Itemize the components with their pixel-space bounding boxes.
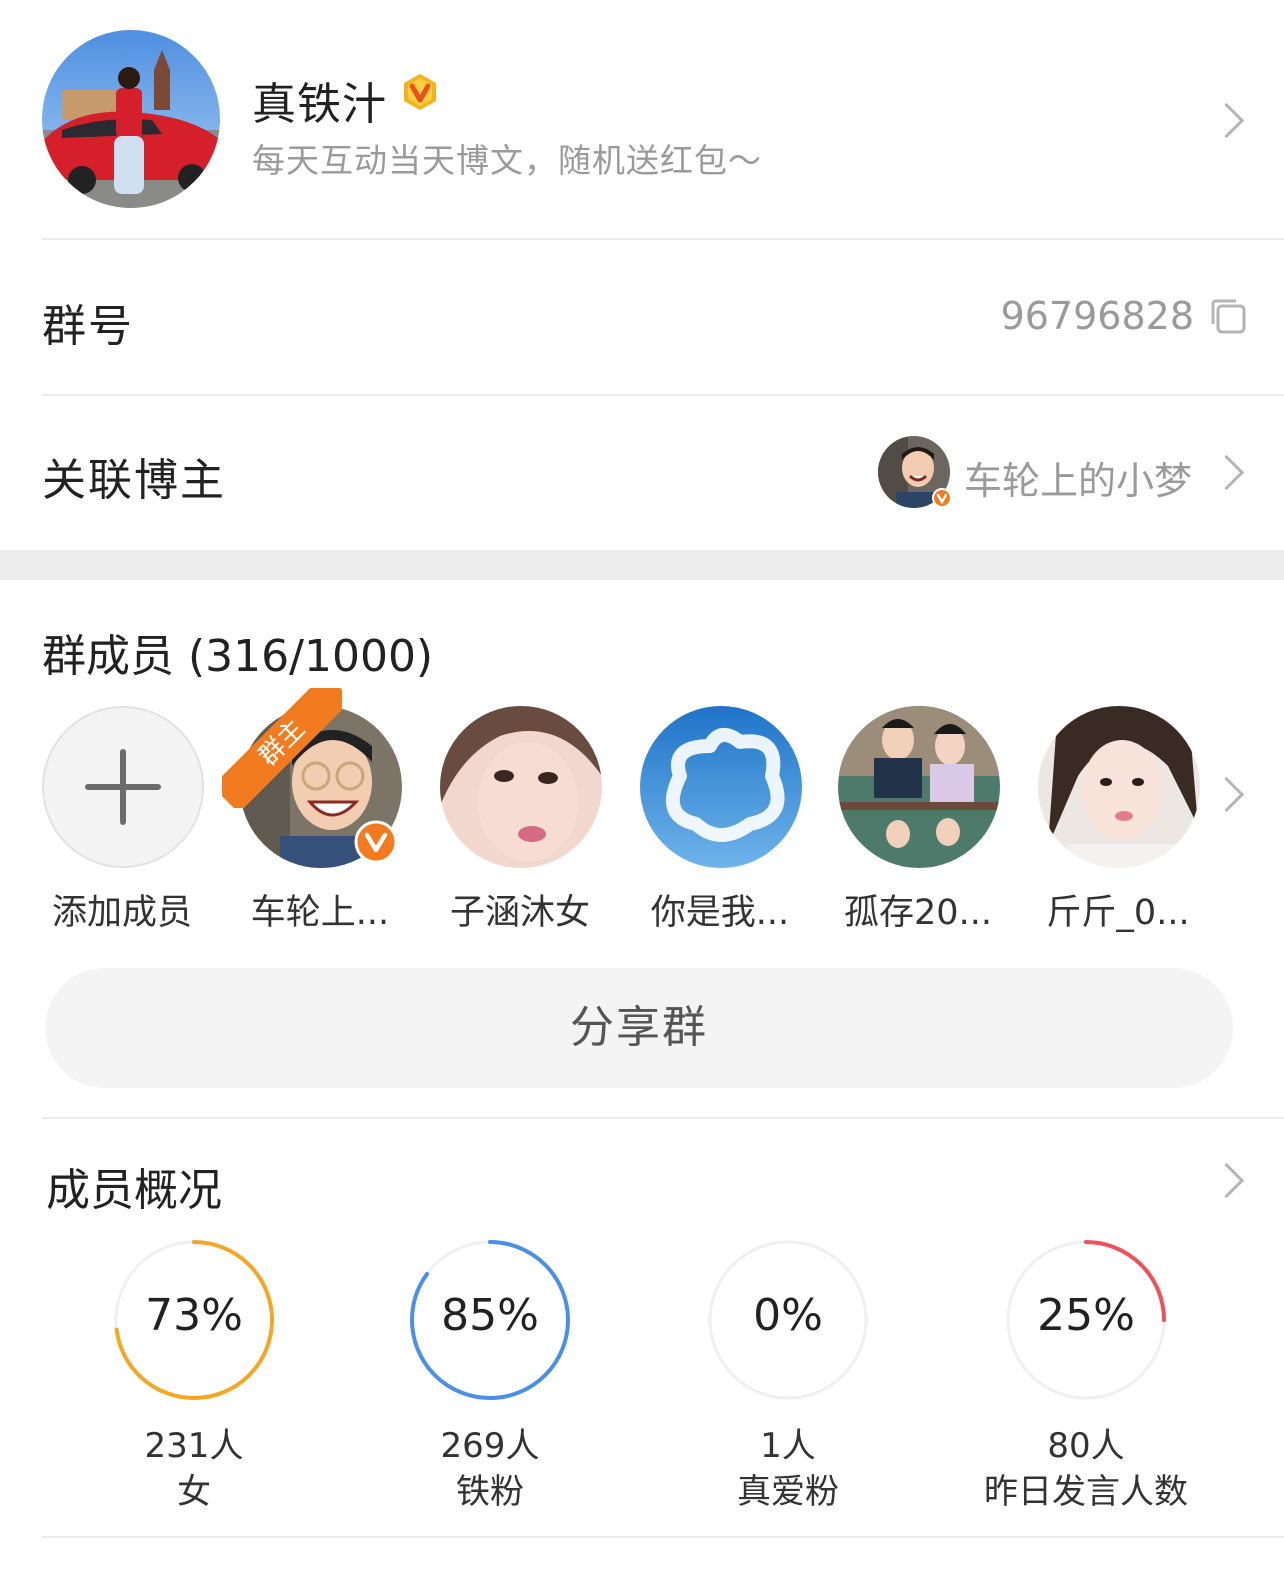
member-avatar[interactable] [838,706,1000,868]
member-name[interactable]: 你是我... [620,884,820,935]
linked-blogger-label: 关联博主 [42,455,226,506]
owner-tag: 群主 [222,688,342,808]
chevron-right-icon[interactable] [1208,1162,1245,1199]
divider [42,1536,1284,1538]
copy-icon[interactable] [1210,298,1246,334]
member-name[interactable]: 孤存20... [818,884,1018,935]
chevron-right-icon[interactable] [1208,102,1245,139]
group-avatar[interactable] [42,30,220,208]
stat-label: 铁粉 [456,1472,524,1512]
share-group-button[interactable]: 分享群 [45,968,1233,1088]
group-name: 真铁汁 [252,79,387,130]
member-name[interactable]: 子涵沐女 [420,884,620,935]
verified-badge-icon [400,72,440,112]
member-avatar[interactable] [640,706,802,868]
group-number-label: 群号 [42,301,134,352]
verified-badge-icon [932,488,952,508]
divider [42,394,1284,396]
stat-percent: 85% [441,1290,539,1341]
divider [42,1117,1284,1119]
members-title: 群成员 (316/1000) [42,631,434,682]
group-number-value: 96796828 [1000,294,1194,338]
linked-blogger-name[interactable]: 车轮上的小梦 [964,450,1192,505]
stat-count: 80人 [1047,1426,1125,1466]
owner-tag-label: 群主 [222,688,342,808]
stat-label: 女 [177,1472,211,1512]
overview-title: 成员概况 [46,1165,222,1216]
stat-percent: 25% [1037,1290,1135,1341]
group-description: 每天互动当天博文，随机送红包～ [252,141,762,180]
stat-label: 真爱粉 [737,1472,839,1512]
member-avatar[interactable] [440,706,602,868]
section-separator [0,550,1284,580]
chevron-right-icon[interactable] [1208,776,1245,813]
member-name[interactable]: 添加成员 [22,884,222,935]
stat-count: 269人 [440,1426,540,1466]
stat-label: 昨日发言人数 [984,1472,1188,1512]
member-name[interactable]: 车轮上... [220,884,420,935]
divider [42,238,1284,240]
stat-count: 231人 [144,1426,244,1466]
member-name[interactable]: 斤斤_0... [1018,884,1218,935]
stat-percent: 0% [753,1290,823,1341]
add-member-button[interactable] [42,706,204,868]
stat-count: 1人 [760,1426,816,1466]
member-avatar[interactable] [1038,706,1200,868]
chevron-right-icon[interactable] [1208,454,1245,491]
verified-badge-icon [354,820,398,864]
stat-percent: 73% [145,1290,243,1341]
